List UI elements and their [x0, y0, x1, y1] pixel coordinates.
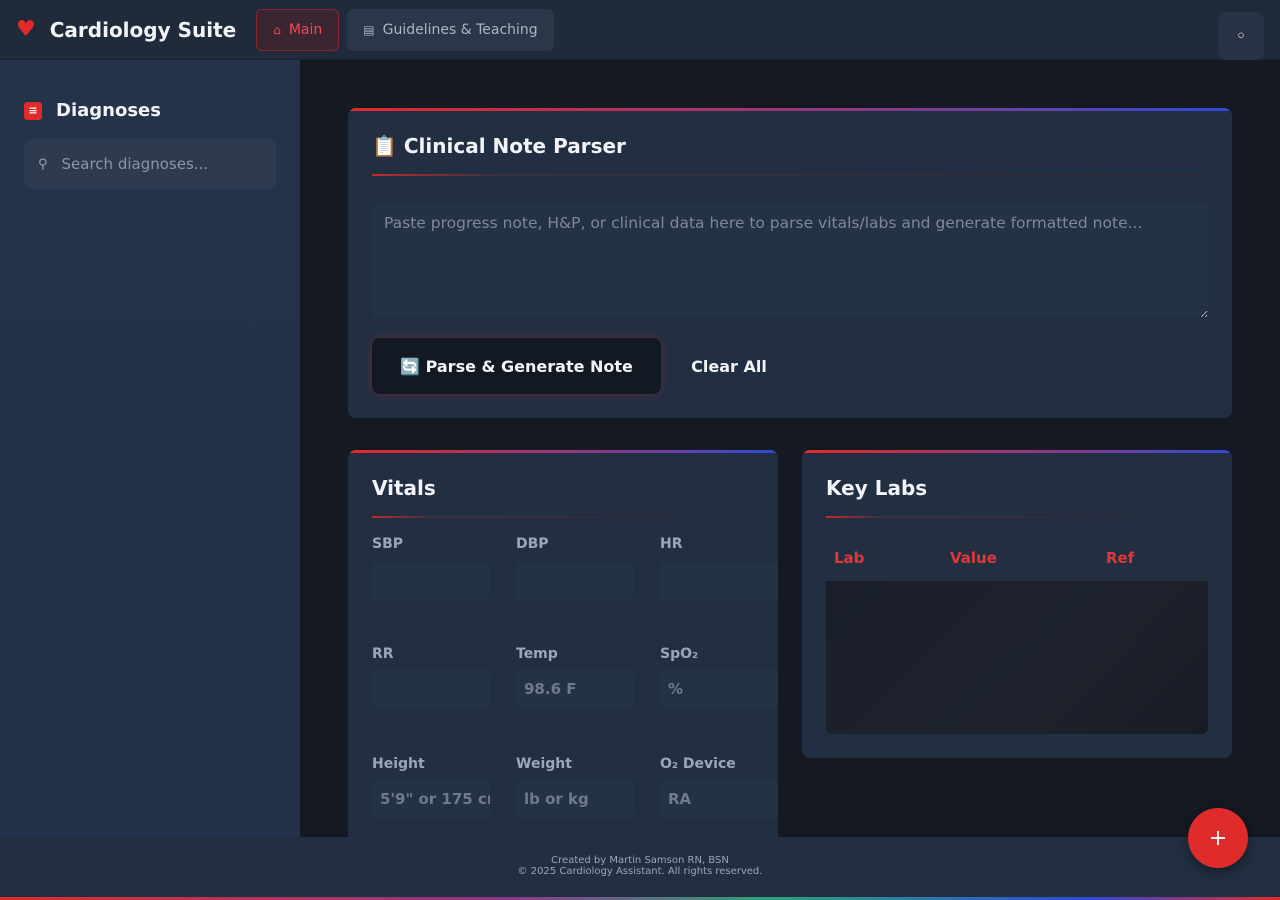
search-input[interactable]: [61, 155, 262, 173]
table-body: [826, 581, 1208, 734]
sbp-input[interactable]: [372, 562, 490, 600]
temp-input[interactable]: [516, 670, 634, 708]
tab-label: Main: [288, 21, 323, 38]
card-title: 📋 Clinical Note Parser: [372, 134, 626, 158]
vitals-card: Vitals SBP DBP HR RR Temp SpO₂ Height We…: [348, 450, 778, 850]
column-header-lab: Lab: [834, 548, 865, 567]
note-parser-card: 📋 Clinical Note Parser 🔄 Parse & Generat…: [348, 108, 1232, 418]
hr-input[interactable]: [660, 562, 778, 600]
footer-copyright: © 2025 Cardiology Assistant. All rights …: [517, 866, 763, 877]
column-header-value: Value: [950, 548, 997, 567]
document-icon: ▤: [363, 22, 375, 37]
tab-main[interactable]: ⌂ Main: [256, 8, 340, 51]
divider: [372, 516, 754, 518]
footer-credit: Created by Martin Samson RN, BSN: [551, 855, 729, 866]
tab-bar: ⌂ Main ▤ Guidelines & Teaching: [256, 8, 554, 51]
vital-label-o2-device: O₂ Device: [660, 756, 736, 772]
home-icon: ⌂: [273, 22, 281, 37]
spo2-input[interactable]: [660, 670, 778, 708]
height-input[interactable]: [372, 780, 490, 818]
divider: [826, 516, 1208, 518]
weight-input[interactable]: [516, 780, 634, 818]
footer: Created by Martin Samson RN, BSN © 2025 …: [0, 837, 1280, 897]
tab-guidelines[interactable]: ▤ Guidelines & Teaching: [347, 8, 554, 51]
vital-label-weight: Weight: [516, 756, 572, 772]
o2-device-input[interactable]: [660, 780, 778, 818]
vital-label-sbp: SBP: [372, 536, 404, 552]
parse-button[interactable]: 🔄 Parse & Generate Note: [372, 338, 661, 394]
heart-icon: ♥: [16, 16, 36, 42]
search-icon: ⚲: [38, 156, 48, 172]
sidebar-header: ≡ Diagnoses: [24, 100, 300, 121]
vital-label-hr: HR: [660, 536, 683, 552]
vital-label-height: Height: [372, 756, 425, 772]
clinical-note-input[interactable]: [372, 204, 1208, 318]
vital-label-rr: RR: [372, 646, 394, 662]
vital-label-spo2: SpO₂: [660, 646, 699, 662]
contrast-icon: ◦: [1235, 25, 1247, 47]
theme-toggle-button[interactable]: ◦: [1218, 12, 1264, 60]
labs-table: Lab Value Ref: [826, 534, 1208, 734]
top-bar: ♥ Cardiology Suite ⌂ Main ▤ Guidelines &…: [0, 0, 1280, 60]
vital-label-temp: Temp: [516, 646, 558, 662]
tab-label: Guidelines & Teaching: [382, 21, 538, 38]
divider: [372, 174, 1208, 176]
dbp-input[interactable]: [516, 562, 634, 600]
card-title: Key Labs: [826, 476, 928, 500]
table-header: Lab Value Ref: [826, 534, 1208, 581]
sidebar-title: Diagnoses: [56, 100, 161, 121]
add-button[interactable]: +: [1188, 808, 1248, 868]
list-icon: ≡: [24, 101, 42, 120]
rr-input[interactable]: [372, 670, 490, 708]
clear-all-button[interactable]: Clear All: [677, 338, 781, 394]
key-labs-card: Key Labs Lab Value Ref: [802, 450, 1232, 758]
diagnosis-search: ⚲: [24, 139, 276, 189]
app-title: Cardiology Suite: [49, 17, 237, 42]
brand: ♥ Cardiology Suite: [16, 18, 236, 42]
card-title: Vitals: [372, 476, 436, 500]
vital-label-dbp: DBP: [516, 536, 549, 552]
column-header-ref: Ref: [1106, 548, 1135, 567]
sidebar: ≡ Diagnoses ⚲: [0, 60, 300, 837]
main-content: 📋 Clinical Note Parser 🔄 Parse & Generat…: [300, 60, 1280, 850]
